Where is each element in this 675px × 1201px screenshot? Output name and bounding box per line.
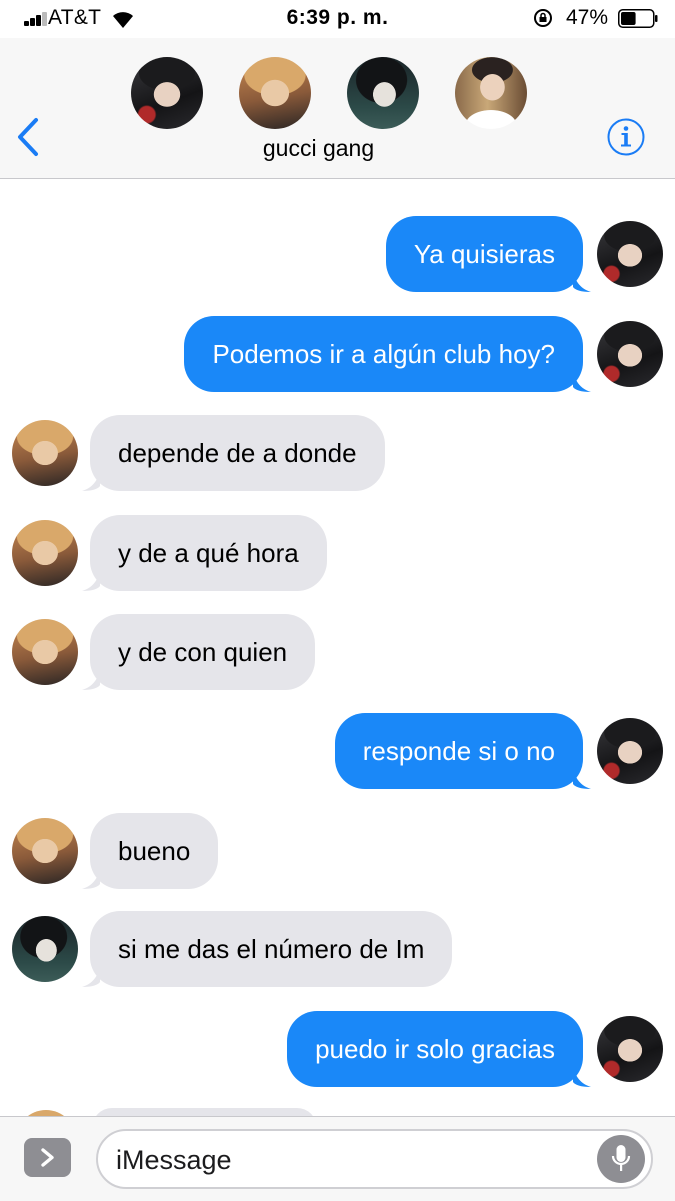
chevron-right-icon: [41, 1148, 54, 1167]
avatar[interactable]: [347, 57, 419, 129]
outgoing-message-bubble[interactable]: puedo ir solo gracias: [287, 1011, 583, 1087]
avatar[interactable]: [12, 619, 78, 685]
incoming-message-bubble[interactable]: bueno: [90, 813, 219, 889]
message-row: Ya quisieras: [0, 216, 675, 292]
avatar[interactable]: [12, 420, 78, 486]
incoming-message-bubble[interactable]: y de a qué hora: [90, 515, 327, 591]
apps-button[interactable]: [24, 1138, 71, 1177]
message-row: puedo ir solo gracias: [0, 1011, 675, 1087]
avatar[interactable]: [597, 1016, 663, 1082]
avatar[interactable]: [239, 57, 311, 129]
info-icon[interactable]: [606, 117, 646, 157]
avatar[interactable]: [597, 221, 663, 287]
incoming-message-bubble[interactable]: y de con quien: [90, 614, 316, 690]
bubble-tail: [573, 767, 591, 789]
battery-icon: [618, 9, 658, 28]
incoming-message-bubble[interactable]: si me das el número de Im: [90, 911, 453, 987]
message-row: responde si o no: [0, 713, 675, 789]
conversation-header: gucci gang: [0, 38, 675, 179]
group-avatars[interactable]: [0, 57, 675, 131]
message-row: Podemos ir a algún club hoy?: [0, 316, 675, 392]
rotation-lock-icon: [534, 9, 552, 27]
microphone-icon: [611, 1145, 631, 1171]
message-thread[interactable]: Ya quisieras Podemos ir a algún club hoy…: [0, 179, 675, 1116]
outgoing-message-bubble[interactable]: responde si o no: [334, 713, 583, 789]
avatar[interactable]: [12, 520, 78, 586]
avatar[interactable]: [455, 57, 527, 129]
bubble-tail: [573, 270, 591, 292]
group-name[interactable]: gucci gang: [0, 135, 637, 162]
incoming-message-bubble[interactable]: depende de a donde: [90, 415, 385, 491]
bubble-tail: [573, 1065, 591, 1087]
avatar[interactable]: [12, 818, 78, 884]
avatar[interactable]: [597, 321, 663, 387]
avatar[interactable]: [131, 57, 203, 129]
message-field[interactable]: [96, 1129, 653, 1189]
battery-percent: 47%: [566, 6, 609, 29]
avatar[interactable]: [597, 718, 663, 784]
message-row: y de a qué hora: [0, 515, 675, 591]
message-row: si me das el número de Im: [0, 911, 675, 987]
compose-bar: [0, 1116, 675, 1201]
message-row: depende de a donde: [0, 415, 675, 491]
message-input[interactable]: [114, 1141, 588, 1179]
message-row: y de con quien: [0, 614, 675, 690]
avatar[interactable]: [12, 916, 78, 982]
outgoing-message-bubble[interactable]: Ya quisieras: [385, 216, 583, 292]
message-row: bueno: [0, 813, 675, 889]
microphone-button[interactable]: [597, 1135, 645, 1183]
status-bar: AT&T 6:39 p. m. 47%: [0, 0, 675, 38]
outgoing-message-bubble[interactable]: Podemos ir a algún club hoy?: [184, 316, 583, 392]
bubble-tail: [573, 370, 591, 392]
